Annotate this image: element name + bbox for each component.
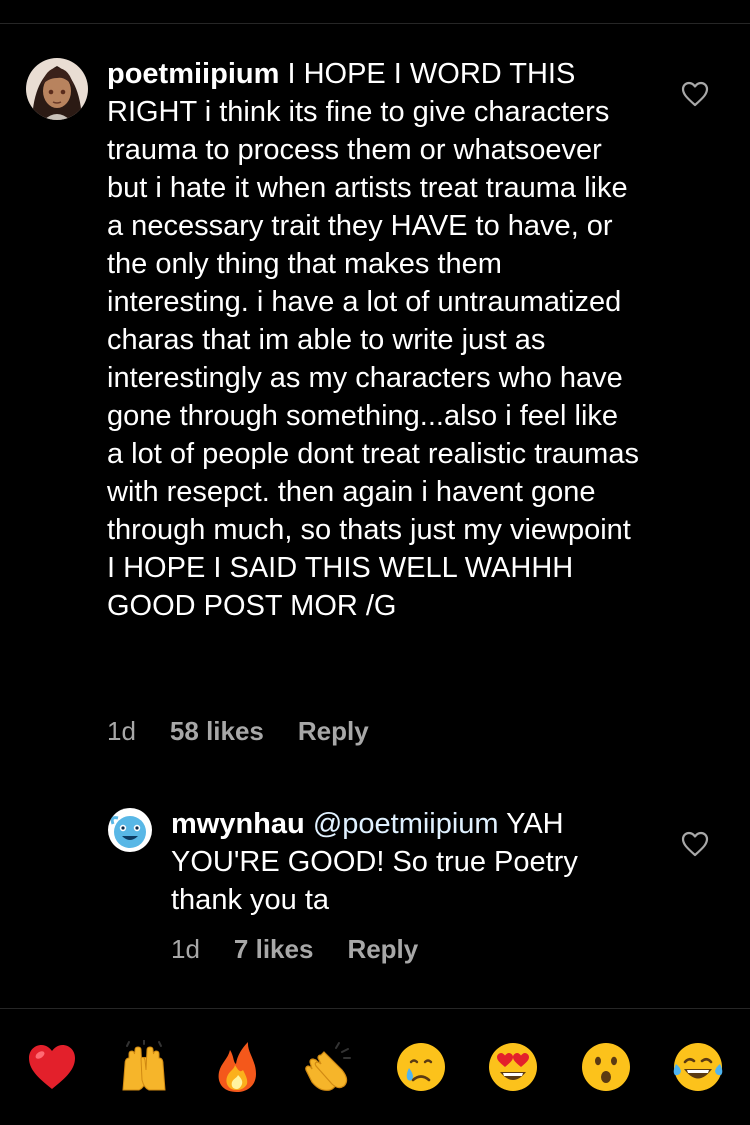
like-heart-icon[interactable] [681,831,709,857]
crying-face-emoji-icon[interactable] [394,1040,448,1094]
timestamp: 1d [107,716,136,746]
username[interactable]: poetmiipium [107,58,279,90]
heart-eyes-emoji-icon[interactable] [486,1040,540,1094]
anime-character-avatar-icon [26,58,88,120]
red-heart-emoji-icon[interactable] [25,1040,79,1094]
like-heart-icon[interactable] [681,81,709,107]
tears-of-joy-emoji-icon[interactable] [671,1040,725,1094]
avatar[interactable] [26,58,88,120]
username[interactable]: mwynhau [171,808,305,840]
reply-button[interactable]: Reply [298,716,369,747]
fire-emoji-icon[interactable] [210,1040,264,1094]
likes-count[interactable]: 7 likes [234,934,314,965]
likes-count[interactable]: 58 likes [170,716,264,747]
avatar[interactable] [108,808,152,852]
comments-screen: poetmiipium I HOPE I WORD THIS RIGHT i t… [0,0,750,1125]
surprised-face-emoji-icon[interactable] [579,1040,633,1094]
timestamp: 1d [171,934,200,964]
top-divider [0,23,750,24]
comment-text: poetmiipium I HOPE I WORD THIS RIGHT i t… [107,55,642,625]
reply-button[interactable]: Reply [347,934,418,965]
comment-text: mwynhau @poetmiipium YAH YOU'RE GOOD! So… [171,805,646,919]
mention-link[interactable]: @poetmiipium [313,808,499,840]
comment-body: I HOPE I WORD THIS RIGHT i think its fin… [107,58,639,622]
comment-meta: 1d 58 likes Reply [107,716,369,747]
emoji-reaction-bar [0,1009,750,1125]
raising-hands-emoji-icon[interactable] [117,1040,171,1094]
blue-creature-avatar-icon [108,808,152,852]
comment-meta: 1d 7 likes Reply [171,934,418,965]
clapping-hands-emoji-icon[interactable] [302,1040,356,1094]
